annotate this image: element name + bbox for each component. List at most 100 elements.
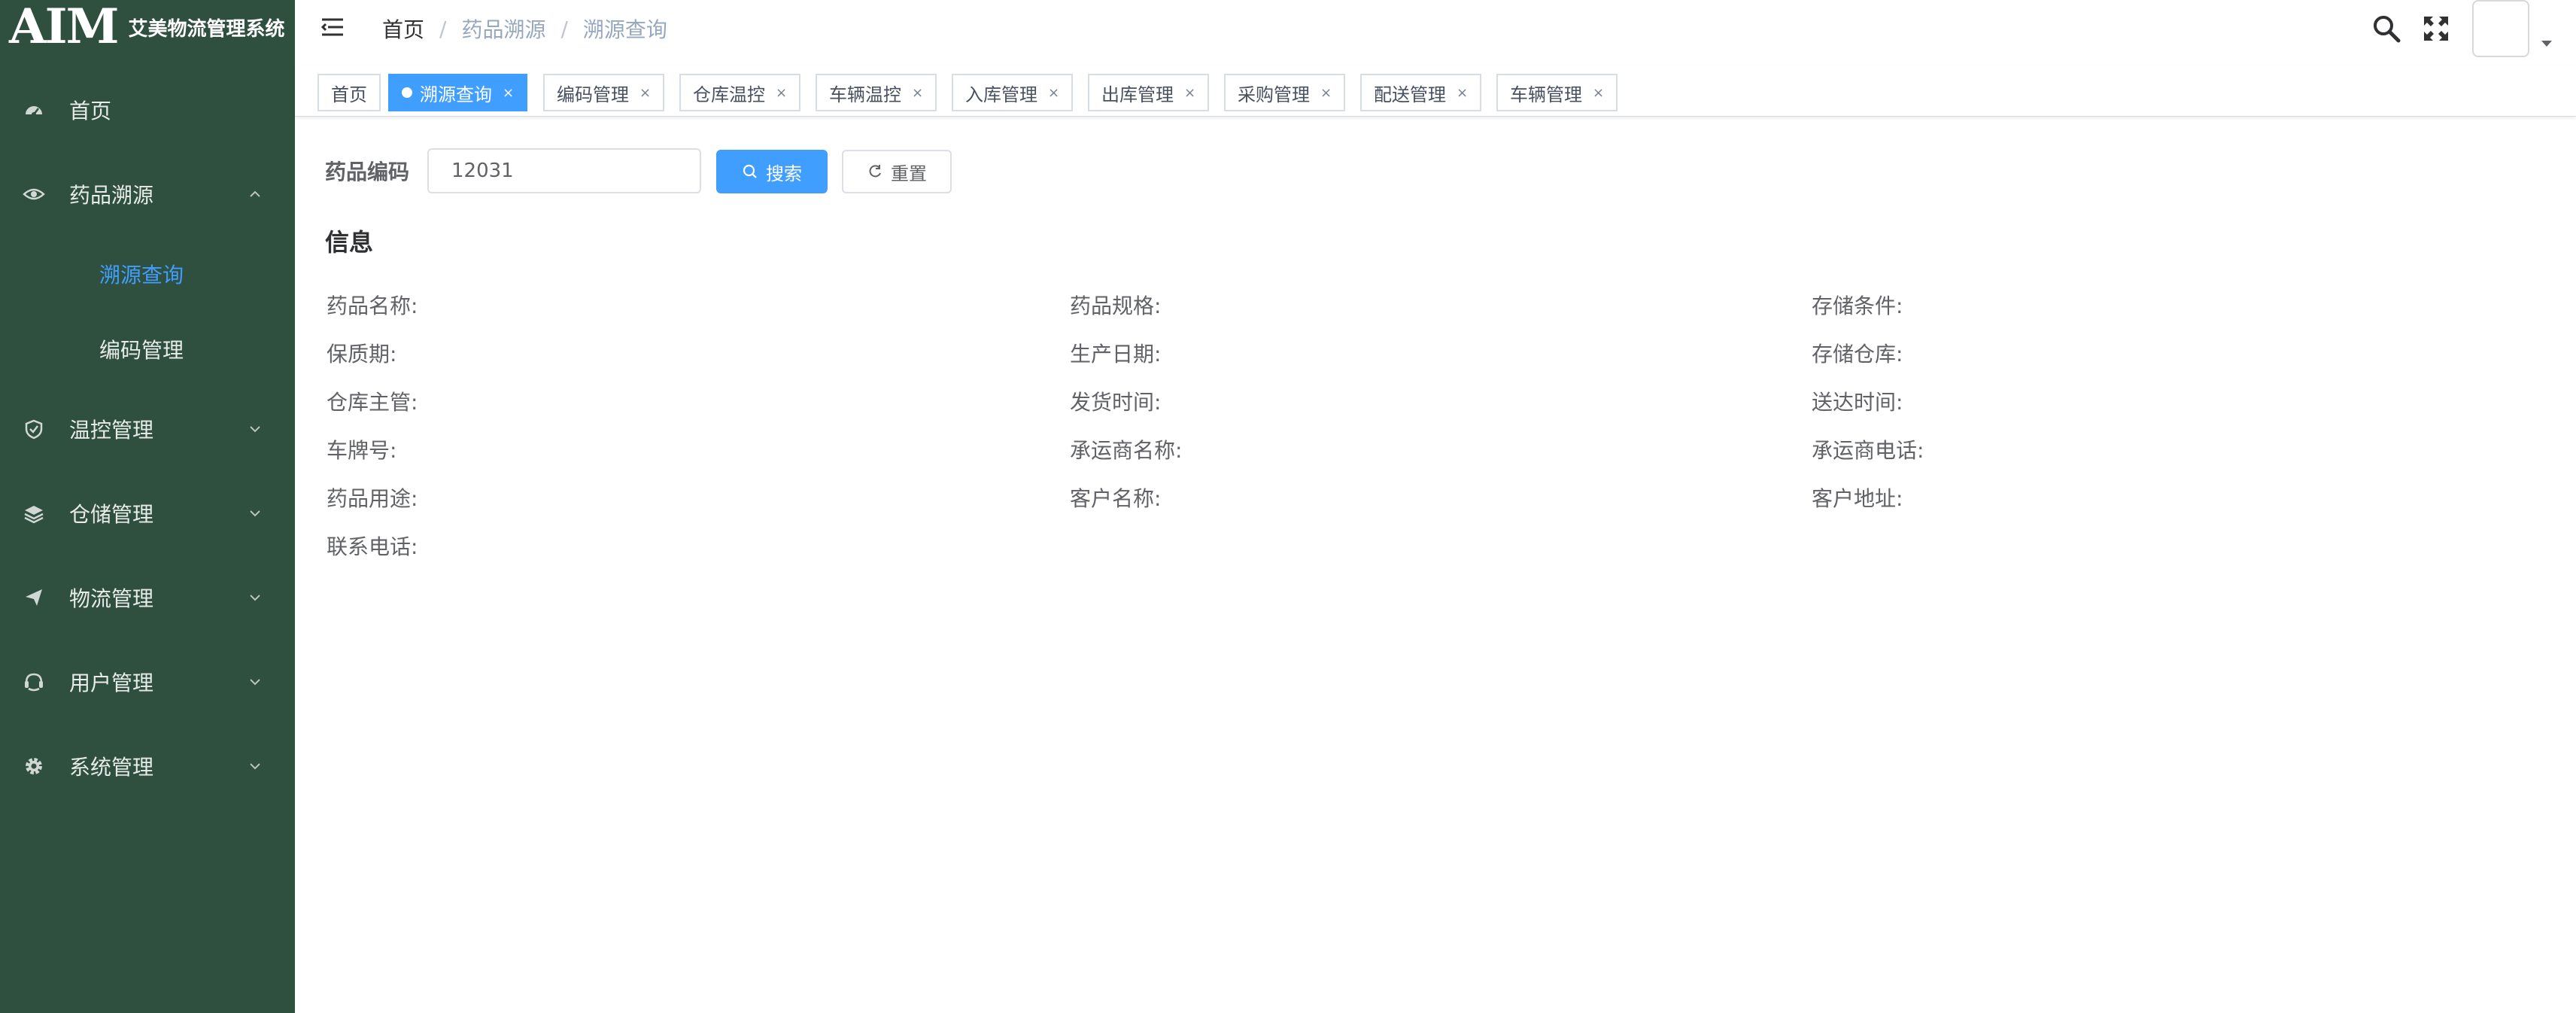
sidebar-item-label: 温控管理	[69, 418, 154, 443]
app-title: 艾美物流管理系统	[128, 17, 285, 41]
sidebar-subitem-code-management[interactable]: 编码管理	[0, 319, 295, 379]
tag-delivery[interactable]: 配送管理 ×	[1360, 74, 1482, 111]
tag-code-management[interactable]: 编码管理 ×	[543, 74, 665, 111]
sidebar-subitem-label: 溯源查询	[99, 263, 184, 287]
info-field-production-date: 生产日期:	[1070, 342, 1162, 367]
fullscreen-icon[interactable]	[2420, 12, 2453, 45]
close-icon[interactable]: ×	[639, 85, 651, 101]
sidebar-item-label: 首页	[69, 99, 112, 123]
chevron-down-icon	[245, 756, 265, 776]
close-icon[interactable]: ×	[1320, 85, 1332, 101]
tag-label: 编码管理	[557, 84, 629, 105]
user-icon	[23, 671, 45, 693]
breadcrumb-home[interactable]: 首页	[382, 14, 424, 44]
tag-label: 车辆温控	[829, 84, 901, 105]
tag-home[interactable]: 首页	[317, 74, 381, 111]
tag-trace-query[interactable]: 溯源查询 ×	[388, 74, 528, 111]
info-field-shelf-life: 保质期:	[327, 342, 397, 367]
sidebar: AIM 艾美物流管理系统 首页 药品溯源 溯源查询 编码管理 温控管理 仓储管理…	[0, 0, 295, 1013]
drug-code-label: 药品编码	[325, 160, 410, 184]
info-field-customer-address: 客户地址:	[1812, 486, 1903, 511]
sidebar-item-logistics[interactable]: 物流管理	[0, 567, 295, 628]
info-field-ship-time: 发货时间:	[1070, 390, 1162, 415]
sidebar-item-label: 系统管理	[69, 755, 154, 780]
reset-button[interactable]: 重置	[842, 150, 952, 193]
tag-label: 溯源查询	[420, 84, 492, 105]
sidebar-item-label: 仓储管理	[69, 502, 154, 527]
info-field-carrier-phone: 承运商电话:	[1812, 438, 1924, 463]
tag-label: 仓库温控	[693, 84, 765, 105]
sidebar-item-label: 用户管理	[69, 671, 154, 695]
gear-icon	[23, 755, 45, 777]
top-navbar: 首页 / 药品溯源 / 溯源查询	[295, 0, 2576, 67]
tag-inbound[interactable]: 入库管理 ×	[952, 74, 1074, 111]
sidebar-item-temp-control[interactable]: 温控管理	[0, 399, 295, 459]
logo-mark: AIM	[9, 0, 119, 55]
close-icon[interactable]: ×	[1184, 85, 1195, 101]
tag-label: 车辆管理	[1510, 84, 1582, 105]
header-actions	[2353, 0, 2555, 57]
search-button[interactable]: 搜索	[716, 150, 828, 193]
chevron-up-icon	[245, 184, 265, 204]
chevron-down-icon	[245, 588, 265, 607]
sidebar-item-label: 药品溯源	[69, 183, 154, 208]
breadcrumb: 首页 / 药品溯源 / 溯源查询	[382, 0, 667, 57]
breadcrumb-separator: /	[439, 16, 447, 41]
info-field-storage-warehouse: 存储仓库:	[1812, 342, 1903, 367]
sidebar-item-home[interactable]: 首页	[0, 80, 295, 140]
sidebar-subitem-trace-query[interactable]: 溯源查询	[0, 244, 295, 304]
sidebar-subitem-label: 编码管理	[99, 338, 184, 363]
sidebar-item-users[interactable]: 用户管理	[0, 652, 295, 712]
tag-vehicle-temp[interactable]: 车辆温控 ×	[816, 74, 937, 111]
info-field-plate-number: 车牌号:	[327, 438, 397, 463]
search-button-label: 搜索	[766, 163, 802, 184]
close-icon[interactable]: ×	[1593, 85, 1604, 101]
close-icon[interactable]: ×	[1457, 85, 1468, 101]
tag-label: 入库管理	[965, 84, 1037, 105]
logo: AIM 艾美物流管理系统	[9, 0, 284, 54]
reset-button-label: 重置	[891, 163, 927, 184]
info-field-customer-name: 客户名称:	[1070, 486, 1162, 511]
layers-icon	[23, 502, 45, 525]
search-icon	[742, 163, 758, 180]
info-field-drug-name: 药品名称:	[327, 294, 418, 318]
info-field-delivery-time: 送达时间:	[1812, 390, 1903, 415]
sidebar-toggle-icon[interactable]	[320, 15, 346, 41]
tag-vehicle-management[interactable]: 车辆管理 ×	[1496, 74, 1618, 111]
tag-label: 配送管理	[1374, 84, 1446, 105]
close-icon[interactable]: ×	[912, 85, 923, 101]
refresh-icon	[867, 163, 883, 180]
search-icon[interactable]	[2370, 12, 2403, 45]
info-field-drug-usage: 药品用途:	[327, 486, 418, 511]
tag-purchase[interactable]: 采购管理 ×	[1224, 74, 1346, 111]
drug-code-input[interactable]	[427, 148, 701, 193]
close-icon[interactable]: ×	[1048, 85, 1059, 101]
info-field-storage-condition: 存储条件:	[1812, 294, 1903, 318]
chevron-down-icon	[245, 503, 265, 523]
info-field-contact-phone: 联系电话:	[327, 534, 418, 559]
eye-icon	[23, 183, 45, 205]
sidebar-item-warehouse[interactable]: 仓储管理	[0, 483, 295, 543]
breadcrumb-trace-query: 溯源查询	[582, 17, 667, 42]
chevron-down-icon	[245, 419, 265, 439]
breadcrumb-drug-trace: 药品溯源	[461, 17, 546, 42]
active-dot-icon	[402, 87, 412, 98]
breadcrumb-separator: /	[560, 16, 568, 41]
tag-outbound[interactable]: 出库管理 ×	[1088, 74, 1210, 111]
info-section-title: 信息	[325, 228, 374, 257]
tag-warehouse-temp[interactable]: 仓库温控 ×	[679, 74, 801, 111]
shield-icon	[23, 418, 45, 440]
sidebar-item-system[interactable]: 系统管理	[0, 736, 295, 796]
caret-down-icon[interactable]	[2540, 36, 2555, 52]
close-icon[interactable]: ×	[503, 85, 514, 101]
main-content: 药品编码 搜索 重置 信息 药品名称: 药品规格: 存储条件: 保质期: 生产日…	[295, 117, 2576, 1013]
close-icon[interactable]: ×	[776, 85, 787, 101]
tags-view: 首页 溯源查询 × 编码管理 × 仓库温控 × 车辆温控 × 入库管理 × 出库…	[295, 66, 2576, 117]
info-field-carrier-name: 承运商名称:	[1070, 438, 1183, 463]
dashboard-icon	[23, 99, 45, 121]
sidebar-item-drug-trace[interactable]: 药品溯源	[0, 164, 295, 224]
info-field-drug-spec: 药品规格:	[1070, 294, 1162, 318]
sidebar-item-label: 物流管理	[69, 586, 154, 611]
tag-label: 采购管理	[1238, 84, 1310, 105]
avatar[interactable]	[2472, 0, 2529, 57]
